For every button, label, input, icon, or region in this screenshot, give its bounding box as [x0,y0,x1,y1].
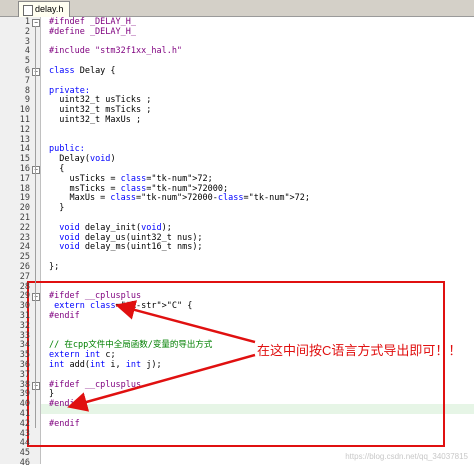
line-number: 19 [19,193,30,204]
annotation-arrows [67,300,256,412]
line-number: 5 [24,56,30,67]
fold-toggle-icon[interactable]: − [32,68,40,76]
watermark: https://blog.csdn.net/qq_34037815 [345,452,468,461]
line-number: 43 [19,428,30,439]
arrow-to-closing-brace [67,353,256,412]
line-number: 15 [19,154,30,165]
line-number: 16 [19,164,30,174]
line-number: 22 [19,222,30,233]
line-number: 41 [19,409,30,419]
line-number: 24 [19,242,30,253]
line-number: 18 [19,183,30,194]
fold-guide [35,388,36,409]
line-number: 32 [19,320,30,331]
line-number: 30 [19,301,30,312]
line-number: 23 [19,232,30,243]
line-number: 20 [19,203,30,214]
fold-toggle-icon[interactable]: − [32,166,40,174]
line-number: 28 [19,281,30,292]
line-number: 6 [24,66,30,76]
line-number: 26 [19,262,30,272]
arrow-to-extern-c [115,300,256,344]
fold-toggle-icon[interactable]: − [32,19,40,27]
line-number: 10 [19,105,30,116]
line-number: 14 [19,144,30,155]
line-number: 21 [19,213,30,223]
line-number: 8 [24,85,30,96]
line-number: 40 [19,399,30,410]
line-number: 27 [19,271,30,282]
line-number: 7 [24,75,30,86]
line-number: 34 [19,340,30,351]
fold-guide [35,173,36,213]
line-number: 1 [24,17,30,27]
fold-toggle-icon[interactable]: − [32,293,40,302]
line-number: 42 [19,418,30,429]
line-number: 38 [19,379,30,390]
line-number: 39 [19,389,30,400]
line-number: 35 [19,350,30,361]
line-number: 29 [19,291,30,302]
line-number: 45 [19,448,30,459]
fold-guide [35,300,36,320]
line-number: 17 [19,173,30,184]
line-number: 46 [19,458,30,468]
line-number: 12 [19,124,30,135]
line-number: 13 [19,134,30,145]
line-number: 37 [19,369,30,380]
line-number: 44 [19,438,30,449]
line-number: 25 [19,252,30,263]
line-number: 33 [19,330,30,341]
line-number: 4 [24,46,30,57]
line-number: 31 [19,311,30,321]
fold-toggle-icon[interactable]: − [32,381,40,390]
line-number: 11 [19,115,30,125]
line-number: 36 [19,360,30,370]
line-number: 9 [24,95,30,106]
line-number: 3 [24,36,30,47]
line-number: 2 [24,26,30,37]
